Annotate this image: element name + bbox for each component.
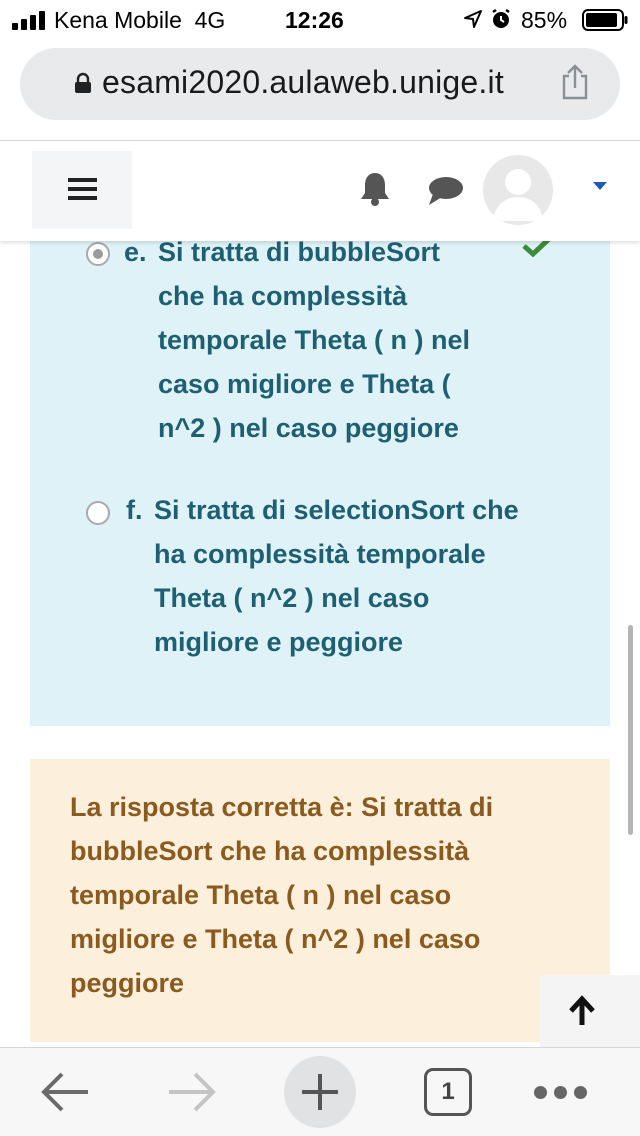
network-label: 4G	[194, 7, 226, 33]
option-text-line: n^2 ) nel caso peggiore	[158, 413, 459, 443]
battery-icon	[582, 9, 628, 31]
back-arrow-icon[interactable]	[38, 1070, 92, 1114]
hamburger-menu-icon	[68, 178, 97, 182]
answer-option-e[interactable]: e. Si tratta di bubbleSort che ha comple…	[124, 230, 564, 460]
option-text-line: caso migliore e Theta (	[158, 369, 451, 399]
battery-percent: 85%	[521, 7, 568, 33]
option-text-line: temporale Theta ( n ) nel	[158, 325, 471, 355]
carrier-label: Kena Mobile 4G	[54, 7, 226, 33]
correct-answer-feedback: La risposta corretta è: Si tratta di bub…	[30, 759, 610, 1042]
user-silhouette-icon	[493, 169, 543, 221]
url-text[interactable]: esami2020.aulaweb.unige.it	[102, 64, 504, 101]
option-text-line: migliore e peggiore	[154, 627, 404, 657]
user-avatar[interactable]	[483, 155, 553, 225]
forward-arrow-icon[interactable]	[165, 1070, 219, 1114]
new-tab-plus-icon	[302, 1074, 338, 1110]
back-to-top-button[interactable]	[540, 975, 640, 1047]
radio-option-e[interactable]	[86, 242, 110, 266]
feedback-text: La risposta corretta è: Si tratta di bub…	[70, 792, 494, 998]
option-text-line: che ha complessità	[158, 281, 408, 311]
tabs-count: 1	[441, 1078, 455, 1105]
address-bar[interactable]: esami2020.aulaweb.unige.it	[20, 48, 620, 120]
tabs-button[interactable]: 1	[424, 1068, 472, 1116]
radio-option-f[interactable]	[86, 501, 110, 525]
option-text-line: Theta ( n^2 ) nel caso	[154, 583, 430, 613]
signal-icon	[12, 10, 48, 30]
hamburger-menu-button[interactable]	[32, 151, 132, 229]
clock: 12:26	[285, 7, 344, 33]
site-header	[0, 141, 640, 241]
arrow-up-icon	[569, 995, 595, 1025]
chat-icon[interactable]	[426, 175, 464, 207]
answer-panel: e. Si tratta di bubbleSort che ha comple…	[30, 220, 610, 726]
share-icon[interactable]	[560, 64, 590, 100]
answer-option-f[interactable]: f. Si tratta di selectionSort che ha com…	[126, 488, 596, 674]
option-text-line: Si tratta di selectionSort che	[154, 495, 519, 525]
location-icon	[464, 10, 482, 28]
option-text-line: ha complessità temporale	[154, 539, 486, 569]
lock-icon	[75, 72, 91, 93]
bell-icon[interactable]	[358, 171, 392, 207]
more-icon[interactable]	[534, 1086, 590, 1100]
caret-down-icon[interactable]	[592, 181, 608, 191]
scrollbar[interactable]	[628, 625, 633, 835]
option-letter: f.	[126, 495, 143, 525]
browser-toolbar: 1	[0, 1047, 640, 1136]
status-bar: Kena Mobile 4G 12:26 85%	[0, 0, 640, 40]
alarm-icon	[492, 8, 510, 28]
new-tab-button[interactable]	[284, 1056, 356, 1128]
